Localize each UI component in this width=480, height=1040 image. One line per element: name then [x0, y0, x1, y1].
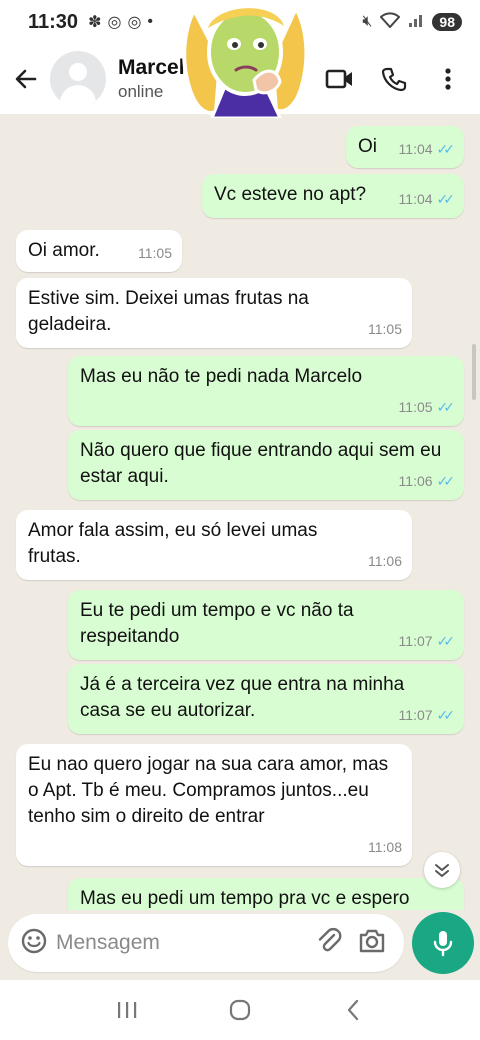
chrome-icon: ◎: [127, 14, 142, 31]
message-bubble-incoming[interactable]: Estive sim. Deixei umas frutas na gelade…: [16, 278, 412, 348]
message-bubble-outgoing[interactable]: Eu te pedi um tempo e vc não ta respeita…: [68, 590, 464, 660]
message-text: Amor fala assim, eu só levei umas frutas…: [28, 520, 318, 567]
read-ticks-icon: ✓✓: [436, 473, 456, 489]
avatar-body: [60, 85, 96, 107]
back-nav-icon: [348, 999, 359, 1021]
message-bubble-outgoing[interactable]: Mas eu não te pedi nada Marcelo 11:05 ✓✓: [68, 356, 464, 426]
pinwheel-icon: ✽: [88, 14, 102, 31]
avatar[interactable]: [50, 51, 106, 107]
camera-button[interactable]: [358, 928, 386, 959]
attach-button[interactable]: [316, 927, 342, 960]
message-text: Oi amor.: [28, 240, 100, 261]
message-bubble-outgoing[interactable]: Mas eu pedi um tempo pra vc e espero: [68, 878, 464, 910]
message-bubble-incoming[interactable]: Eu nao quero jogar na sua cara amor, mas…: [16, 744, 412, 866]
avatar-head: [69, 63, 87, 81]
attach-icon: [318, 927, 342, 951]
emoji-icon: [21, 928, 47, 953]
message-bubble-incoming[interactable]: Oi amor. 11:05: [16, 230, 182, 272]
read-ticks-icon: ✓✓: [436, 191, 456, 207]
more-options-button[interactable]: [430, 61, 466, 97]
message-bubble-outgoing[interactable]: Oi 11:04 ✓✓: [346, 126, 464, 168]
wifi-icon: [380, 11, 401, 33]
message-text: Vc esteve no apt?: [214, 184, 367, 205]
back-arrow-icon: [15, 69, 37, 89]
read-ticks-icon: ✓✓: [436, 633, 456, 649]
message-time: 11:05: [138, 245, 172, 261]
message-time: 11:06: [398, 473, 433, 489]
back-button[interactable]: [4, 57, 48, 101]
scrollbar[interactable]: [472, 344, 476, 400]
message-text: Eu nao quero jogar na sua cara amor, mas…: [28, 754, 389, 827]
message-time: 11:07: [398, 633, 433, 649]
emoji-button[interactable]: [20, 927, 48, 960]
chrome-icon: ◎: [107, 14, 122, 31]
contact-info[interactable]: Marcel online: [118, 56, 185, 102]
message-time: 11:06: [368, 553, 402, 569]
message-input[interactable]: [56, 931, 276, 955]
system-nav-bar: [0, 980, 480, 1040]
message-meta: 11:04 ✓✓: [398, 136, 456, 162]
status-time: 11:30: [28, 10, 79, 33]
phone-icon: [381, 67, 407, 92]
recent-apps-button[interactable]: [107, 990, 147, 1030]
message-meta: 11:05: [368, 316, 402, 342]
compose-bar: [0, 910, 480, 980]
message-bubble-outgoing[interactable]: Vc esteve no apt? 11:04 ✓✓: [202, 174, 464, 218]
message-time: 11:04: [398, 141, 433, 157]
mic-icon: [433, 931, 453, 957]
battery-indicator: 98: [432, 13, 462, 31]
message-meta: 11:07 ✓✓: [398, 628, 456, 654]
cartoon-woman-sticker: [182, 3, 309, 118]
message-time: 11:07: [398, 707, 433, 723]
message-time: 11:04: [398, 191, 433, 207]
camera-icon: [359, 929, 385, 952]
mute-icon: 🔇︎: [362, 13, 373, 30]
video-call-icon: [325, 69, 352, 89]
read-ticks-icon: ✓✓: [436, 707, 456, 723]
message-text: Mas eu pedi um tempo pra vc e espero: [80, 888, 410, 909]
message-input-container: [8, 914, 404, 972]
message-meta: 11:08: [368, 834, 402, 860]
message-time: 11:05: [398, 399, 433, 415]
message-list[interactable]: Oi 11:04 ✓✓ Vc esteve no apt? 11:04 ✓✓ Oi …: [0, 114, 480, 910]
system-icons: 🔇︎ 98: [362, 11, 462, 33]
dot-icon: •: [147, 13, 154, 30]
message-text: Eu te pedi um tempo e vc não ta respeita…: [80, 600, 354, 647]
message-meta: 11:07 ✓✓: [398, 702, 456, 728]
message-time: 11:08: [368, 839, 402, 855]
message-text: Já é a terceira vez que entra na minha c…: [80, 674, 405, 721]
recent-apps-icon: [117, 1002, 136, 1018]
message-meta: 11:06: [368, 548, 402, 574]
more-vert-icon: [445, 68, 451, 90]
message-text: Não quero que fique entrando aqui sem eu…: [80, 440, 442, 487]
message-meta: 11:04 ✓✓: [398, 186, 456, 212]
message-meta: 11:05: [138, 240, 172, 266]
header-actions: [322, 61, 480, 97]
message-text: Oi: [358, 136, 377, 157]
message-bubble-incoming[interactable]: Amor fala assim, eu só levei umas frutas…: [16, 510, 412, 580]
message-bubble-outgoing[interactable]: Não quero que fique entrando aqui sem eu…: [68, 430, 464, 500]
message-time: 11:05: [368, 321, 402, 337]
voice-call-button[interactable]: [376, 61, 412, 97]
scroll-down-icon: [435, 864, 449, 877]
notification-icons: ✽ ◎ ◎ •: [88, 12, 153, 32]
scroll-to-bottom-button[interactable]: [424, 852, 460, 888]
back-nav-button[interactable]: [333, 990, 373, 1030]
message-text: Mas eu não te pedi nada Marcelo: [80, 366, 363, 387]
read-ticks-icon: ✓✓: [436, 141, 456, 157]
message-meta: 11:05 ✓✓: [398, 394, 456, 420]
signal-icon: [408, 12, 424, 33]
message-text: Estive sim. Deixei umas frutas na gelade…: [28, 288, 309, 335]
message-meta: 11:06 ✓✓: [398, 468, 456, 494]
contact-name: Marcel: [118, 56, 185, 79]
contact-status: online: [118, 82, 164, 101]
home-button[interactable]: [220, 990, 260, 1030]
read-ticks-icon: ✓✓: [436, 399, 456, 415]
input-actions: [316, 927, 404, 960]
message-bubble-outgoing[interactable]: Já é a terceira vez que entra na minha c…: [68, 664, 464, 734]
voice-record-button[interactable]: [412, 912, 474, 974]
video-call-button[interactable]: [322, 61, 358, 97]
home-icon: [229, 999, 251, 1021]
